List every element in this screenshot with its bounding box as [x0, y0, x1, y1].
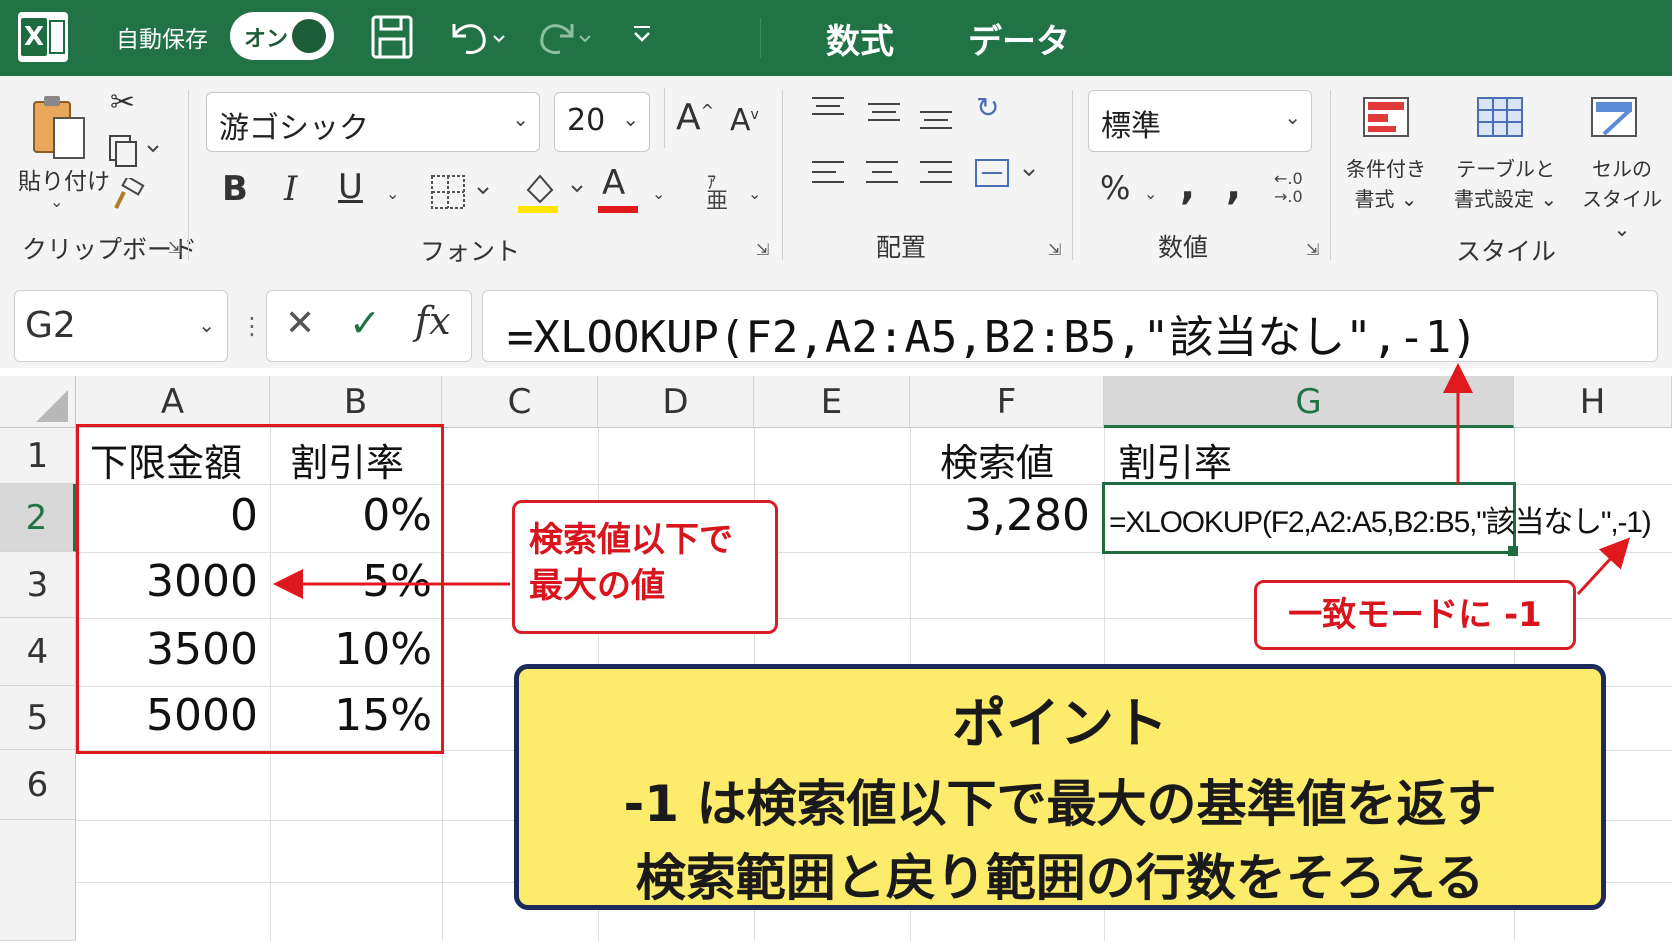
- point-title: ポイント: [952, 692, 1168, 755]
- arrow-to-cell-minus-one: [1576, 537, 1631, 596]
- point-line-1: -1 は検索値以下で最大の基準値を返す: [623, 775, 1497, 833]
- point-line-2: 検索範囲と戻り範囲の行数をそろえる: [635, 849, 1485, 907]
- point-box: ポイント -1 は検索値以下で最大の基準値を返す 検索範囲と戻り範囲の行数をそろ…: [514, 664, 1606, 910]
